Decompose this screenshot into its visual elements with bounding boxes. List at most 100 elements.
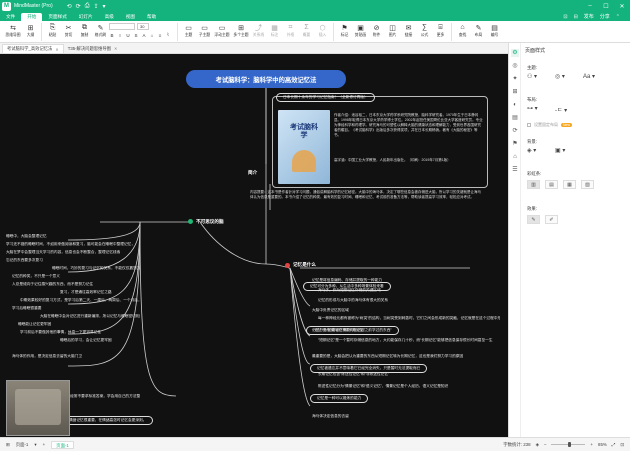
tab-close-icon[interactable]: ✕ [55, 47, 58, 52]
export-icon[interactable]: ⇪ [94, 3, 99, 10]
right-branch-title[interactable]: 记忆是什么 [293, 262, 316, 267]
panel-side-icon-6[interactable]: ⟳ [511, 127, 519, 135]
panel-side-icon-7[interactable]: ⚑ [511, 140, 519, 148]
right-pill[interactable]: 记忆是一种可以锻炼的能力 [310, 394, 369, 403]
font-style-button-0[interactable]: B [109, 33, 115, 38]
left-branch-node[interactable]: 忘记的东西要多次复习 [6, 258, 43, 263]
left-branch-node[interactable]: 大脑在梦中会整理当天学习的内容，信息也会不断整合，整理记忆线索 [6, 250, 120, 255]
left-branch-node[interactable]: 大脑在睡眠中会对记忆进行重新编排，所以记忆与睡眠密切相关 [40, 314, 140, 319]
ribbon-button-1[interactable]: ⊞ 大纲 [23, 21, 38, 38]
menu-item-2[interactable]: 页面样式 [42, 13, 72, 21]
left-branch-title[interactable]: 不可思议的脑 [196, 219, 224, 224]
menu-right-item-3[interactable]: 分享 [600, 13, 610, 21]
left-branch-node[interactable]: 睡眠能让记忆更牢固 [18, 322, 51, 327]
fit-screen-icon[interactable]: ⤢ [612, 442, 616, 447]
menu-item-0[interactable]: 文件 [0, 13, 21, 21]
left-branch-node[interactable]: 复习，才是通往高效率记忆之路 [60, 290, 112, 295]
right-branch-node[interactable]: “短期记忆”是一个暂时存储信息的地方，大约能保存几十秒，而“长期记忆”能够把信息… [318, 338, 493, 343]
ribbon-button-18[interactable]: ◫ 图片 [385, 21, 400, 38]
checkbox-box[interactable] [527, 123, 531, 127]
ribbon-button-22[interactable]: ⌂ 查找 [455, 21, 470, 38]
ribbon-button-0[interactable]: ⇆ 思维导图 [4, 21, 22, 38]
panel-side-icon-9[interactable]: ☰ [511, 166, 519, 174]
ribbon-button-2[interactable]: ⎘ 粘贴 [45, 21, 60, 38]
panel-side-icon-5[interactable]: ▤ [511, 114, 519, 122]
right-branch-node[interactable]: 最重要的是，大脑会把认为重要的东西从短期记忆转为长期记忆，这也是我们努力学习的原… [312, 354, 463, 359]
effect-hand-drawn-icon[interactable]: ✎ [527, 215, 540, 224]
font-family-select[interactable] [109, 23, 135, 30]
menu-right-item-0[interactable]: ⊡ [563, 13, 567, 21]
theme-color-icon[interactable]: ◎ ▾ [555, 73, 565, 80]
left-branch-node[interactable]: 海马体的作用，是决定信息去留的大脑门卫 [12, 354, 82, 359]
ribbon-button-20[interactable]: ∑ 公式 [417, 21, 432, 38]
zoom-out-button[interactable]: – [544, 442, 546, 447]
left-branch-node[interactable]: 睡眠时间，巧妙的复习与记忆的关系，不能仅仅靠努力，大脑需要复习的时间和次数 [52, 266, 140, 271]
page-dropdown-icon[interactable]: ▾ [34, 442, 36, 448]
menu-item-6[interactable]: 帮助 [141, 13, 162, 21]
font-extra-button-1[interactable]: ⌂ [149, 33, 155, 38]
ribbon-button-8[interactable]: ▭ 浮动主题 [213, 21, 231, 38]
print-icon[interactable]: ⎙ [85, 3, 90, 10]
layout-connector-icon[interactable]: -ㄷ ▾ [555, 105, 567, 114]
intro-top-pill[interactable]: 日本长期十余年的学习记忆指南！（全新修订再版） [276, 93, 375, 102]
font-style-button-3[interactable]: S [133, 33, 139, 38]
fixed-layout-checkbox[interactable]: 设置固定布局 New [527, 122, 573, 128]
add-page-button[interactable]: + [43, 442, 46, 447]
right-branch-node[interactable]: 每一种神经元都有被称为“树突”的结构，当树突受到刺激时，它们之间会形成新的突触，… [318, 316, 500, 321]
menu-item-5[interactable]: 视图 [120, 13, 141, 21]
layout-structure-icon[interactable]: ⊶ ▾ [527, 105, 538, 112]
ribbon-button-19[interactable]: ✉ 链接 [401, 21, 416, 38]
panel-side-icon-2[interactable]: ✦ [511, 75, 519, 83]
right-branch-node[interactable]: 海马体决定信息的去留 [312, 414, 349, 419]
zoom-level[interactable]: 85% [598, 442, 607, 447]
menu-right-item-4[interactable]: ⌃ [616, 13, 620, 21]
zoom-slider-knob[interactable] [568, 441, 572, 447]
menu-item-3[interactable]: 幻灯片 [73, 13, 99, 21]
left-branch-node[interactable]: 记忆的种类，不只是一个意义 [12, 274, 60, 279]
panel-side-icon-3[interactable]: ⊞ [511, 88, 519, 96]
effect-brush-icon[interactable]: ✐ [545, 215, 558, 224]
font-style-button-2[interactable]: U [125, 33, 131, 38]
right-branch-node[interactable]: 记忆的形成与大脑中的海马体有很大的关系 [318, 298, 388, 303]
fullscreen-icon[interactable]: ⊡ [620, 442, 624, 448]
more-dropdown-icon[interactable]: ▾ [103, 3, 106, 10]
rainbow-option-2[interactable]: ▤ [545, 180, 558, 189]
close-button[interactable]: ✕ [614, 3, 630, 10]
minimize-button[interactable]: – [582, 3, 598, 10]
zoom-slider[interactable] [551, 441, 586, 447]
theme-font-icon[interactable]: Aa ▾ [583, 73, 595, 80]
ribbon-button-17[interactable]: ⊘ 附件 [369, 21, 384, 38]
background-image-icon[interactable]: ▣ ▾ [555, 147, 565, 154]
font-extra-button-0[interactable]: A [141, 33, 147, 38]
ribbon-button-7[interactable]: ▭ 子主题 [197, 21, 212, 38]
translator-paragraph[interactable]: 高宇涵：中国工业大学教授，人民新年出版社。（印刷：2019年7月第1版） [334, 158, 484, 163]
left-branch-node[interactable]: 学习前后不要做其他的事情，休息一下更容易记住 [20, 330, 101, 335]
document-tab-0[interactable]: 考试脑科学_高效记忆法 ✕ [2, 44, 64, 53]
left-branch-node[interactable]: 学习后睡眠很重要 [12, 306, 42, 311]
ribbon-button-12[interactable]: ⌗ 外框 [283, 21, 298, 38]
ribbon-button-15[interactable]: ⚑ 标记 [337, 21, 352, 38]
menu-item-4[interactable]: 高级 [99, 13, 120, 21]
ribbon-button-23[interactable]: ✎ 布局 [471, 21, 486, 38]
rainbow-option-4[interactable]: ▧ [581, 180, 594, 189]
document-tab-1[interactable]: T35-解决问题思维导图 ✕ [64, 44, 122, 53]
left-branch-node[interactable]: 中期效果较好的复习方式，是学习后第二天、一周后、两周后、一个月后，总共四次的复习… [20, 298, 140, 303]
ribbon-button-21[interactable]: ⌸ 更多 [433, 21, 448, 38]
ribbon-button-6[interactable]: ▭ 主题 [181, 21, 196, 38]
left-branch-node[interactable]: 睡眠中，大脑会整理记忆 [6, 234, 47, 239]
menu-right-item-2[interactable]: 发布 [584, 13, 594, 21]
ribbon-button-5[interactable]: ✎ 格式刷 [93, 21, 108, 38]
maximize-button[interactable]: ☐ [598, 3, 614, 10]
undo-icon[interactable]: ⟲ [67, 3, 72, 10]
ribbon-button-14[interactable]: ⬡ 插入 [315, 21, 330, 38]
ribbon-button-9[interactable]: ⊞ 多个主题 [232, 21, 250, 38]
ribbon-button-24[interactable]: ▤ 编号 [487, 21, 502, 38]
panel-side-icon-1[interactable]: ◎ [511, 62, 519, 70]
content-summary-paragraph[interactable]: 内容提要：这本书是作者针对学习问题，通俗讲解脑科学的记忆秘密。大脑中的海马体，决… [250, 190, 482, 200]
right-branch-node[interactable]: 陈述性记忆分为“情景记忆”和“语义记忆”，情景记忆是个人经历，语义记忆是知识 [318, 384, 448, 389]
font-extra-button-3[interactable]: ⌇ [165, 32, 171, 38]
ribbon-button-3[interactable]: ✂ 剪切 [61, 21, 76, 38]
right-pill[interactable]: 记忆可分为多种，从生活中多种场景体验来看 [303, 282, 391, 291]
redo-icon[interactable]: ⟳ [76, 3, 81, 10]
panel-side-icon-0[interactable]: ⚙ [511, 49, 519, 57]
